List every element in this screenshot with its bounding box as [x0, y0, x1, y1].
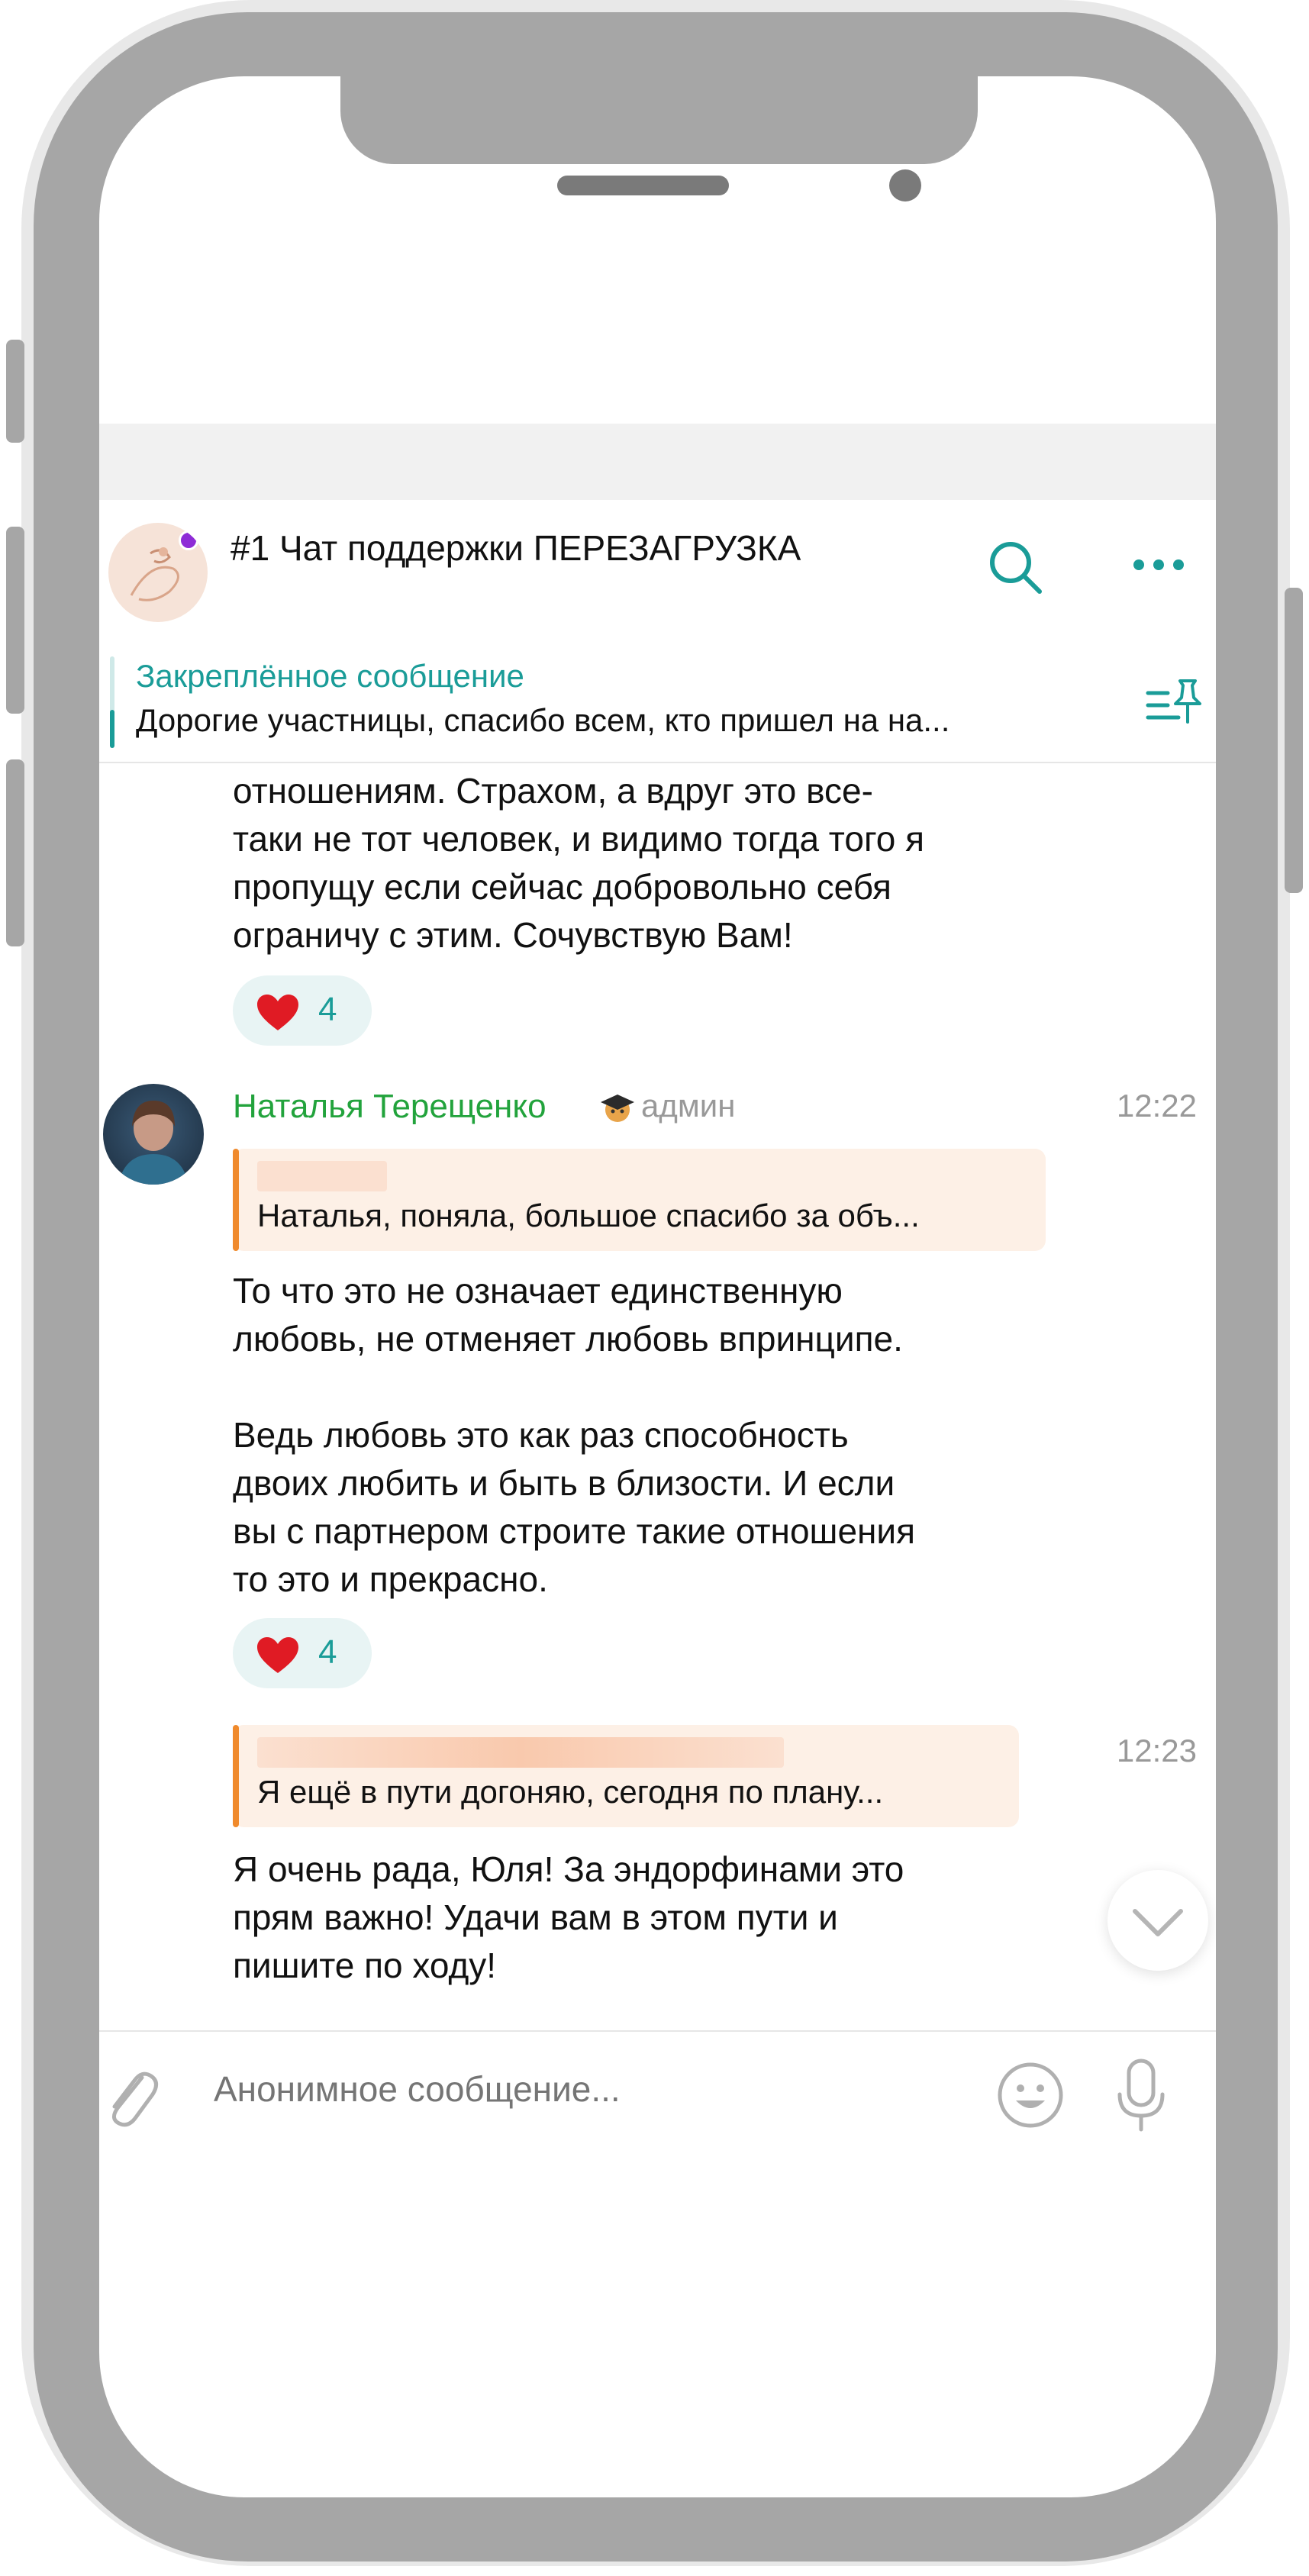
graduation-cap-icon [599, 1088, 636, 1129]
reaction-count: 4 [318, 1633, 337, 1671]
power-button [1285, 588, 1303, 893]
message-text: отношениям. Страхом, а вдруг это все- та… [233, 771, 924, 955]
heart-icon [257, 995, 298, 1030]
chat-title[interactable]: #1 Чат поддержки ПЕРЕЗАГРУЗКА [231, 527, 801, 569]
reaction-heart[interactable]: 4 [233, 1618, 372, 1688]
volume-up-button [6, 527, 24, 714]
reply-bar [233, 1149, 239, 1251]
reaction-count: 4 [318, 991, 337, 1028]
reply-text: Наталья, поняла, большое спасибо за объ.… [257, 1198, 920, 1233]
speaker [557, 176, 729, 195]
reply-quote[interactable]: Я ещё в пути догоняю, сегодня по плану..… [233, 1725, 1019, 1827]
heart-icon [257, 1637, 298, 1673]
chevron-down-icon [1133, 1909, 1183, 1936]
message-composer [99, 2030, 1216, 2154]
chat-avatar[interactable] [108, 523, 208, 622]
message-text: Я очень рада, Юля! За эндорфинами это пр… [233, 1849, 904, 1985]
pinned-text: Дорогие участницы, спасибо всем, кто при… [136, 702, 950, 738]
volume-down-button [6, 759, 24, 946]
search-icon[interactable] [985, 537, 1046, 601]
reaction-heart[interactable]: 4 [233, 975, 372, 1046]
pin-list-icon[interactable] [1145, 676, 1204, 733]
scroll-down-button[interactable] [1107, 1870, 1208, 1971]
front-camera [889, 169, 921, 202]
emoji-icon[interactable] [996, 2061, 1065, 2133]
paperclip-icon[interactable] [99, 2061, 160, 2133]
message-input[interactable] [214, 2068, 977, 2110]
message-text: То что это не означает единственную любо… [233, 1271, 916, 1599]
author-name[interactable]: Наталья Терещенко [233, 1088, 546, 1126]
reply-author-blurred [257, 1161, 387, 1191]
admin-badge: админ [641, 1088, 736, 1124]
phone-screen: #1 Чат поддержки ПЕРЕЗАГРУЗКА Закреплённ… [99, 76, 1216, 2497]
notch [340, 76, 978, 164]
message-time: 12:22 [1116, 1088, 1197, 1124]
reply-bar [233, 1725, 239, 1827]
more-icon[interactable] [1131, 553, 1186, 580]
pinned-label: Закреплённое сообщение [136, 658, 524, 694]
message-time: 12:23 [1116, 1733, 1197, 1768]
reply-author-blurred [257, 1737, 784, 1768]
reply-text: Я ещё в пути догоняю, сегодня по плану..… [257, 1774, 884, 1810]
mute-switch [6, 340, 24, 443]
chat-header: #1 Чат поддержки ПЕРЕЗАГРУЗКА [99, 500, 1216, 643]
status-area [99, 424, 1216, 500]
reply-quote[interactable]: Наталья, поняла, большое спасибо за объ.… [233, 1149, 1046, 1251]
unread-dot [179, 530, 198, 550]
author-avatar[interactable] [103, 1084, 204, 1185]
pinned-indicator [110, 656, 114, 748]
pinned-message[interactable]: Закреплённое сообщение Дорогие участницы… [99, 641, 1216, 763]
microphone-icon[interactable] [1111, 2056, 1172, 2136]
